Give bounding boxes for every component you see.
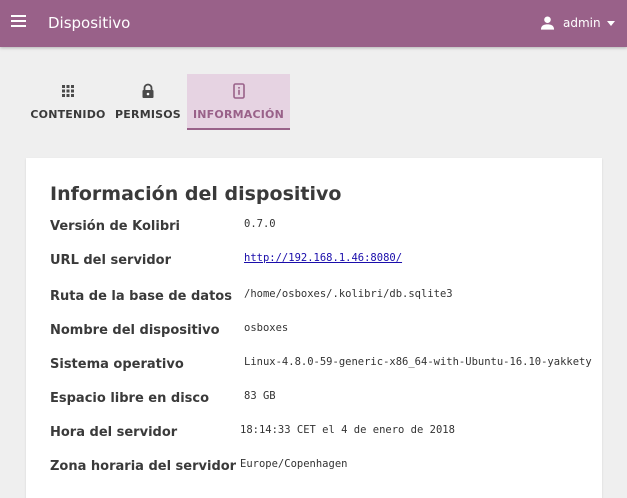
person-icon xyxy=(540,16,555,30)
info-row-database-path: Ruta de la base de datos /home/osboxes/.… xyxy=(50,286,602,308)
user-menu-button[interactable]: admin xyxy=(540,13,615,33)
device-info-card: Información del dispositivo Versión de K… xyxy=(26,158,602,498)
info-label: Ruta de la base de datos xyxy=(50,289,232,304)
info-label: Zona horaria del servidor xyxy=(50,459,237,474)
info-label: URL del servidor xyxy=(50,253,172,268)
tab-label: CONTENIDO xyxy=(30,108,106,121)
info-label: Sistema operativo xyxy=(50,357,184,372)
info-value: Europe/Copenhagen xyxy=(240,458,348,470)
grid-dots-icon xyxy=(62,85,74,97)
info-value: 18:14:33 CET el 4 de enero de 2018 xyxy=(240,424,455,436)
info-value: 83 GB xyxy=(244,390,276,402)
info-row-free-disk-space: Espacio libre en disco 83 GB xyxy=(50,388,602,410)
info-row-server-timezone: Zona horaria del servidor Europe/Copenha… xyxy=(50,456,602,478)
info-row-server-url: URL del servidor http://192.168.1.46:808… xyxy=(50,250,602,272)
device-info-icon xyxy=(232,83,245,99)
tab-informacion[interactable]: INFORMACIÓN xyxy=(187,74,290,130)
info-label: Hora del servidor xyxy=(50,425,178,440)
info-row-server-time: Hora del servidor 18:14:33 CET el 4 de e… xyxy=(50,422,602,444)
info-row-device-name: Nombre del dispositivo osboxes xyxy=(50,320,602,342)
info-label: Nombre del dispositivo xyxy=(50,323,220,338)
info-row-kolibri-version: Versión de Kolibri 0.7.0 xyxy=(50,216,602,238)
device-info-title: Información del dispositivo xyxy=(50,183,342,205)
info-value: Linux-4.8.0-59-generic-x86_64-with-Ubunt… xyxy=(244,356,592,368)
device-tabs: CONTENIDO PERMISOS INFORMACIÓN xyxy=(27,74,290,130)
username-label: admin xyxy=(563,16,601,30)
tab-permisos[interactable]: PERMISOS xyxy=(109,74,187,130)
tab-label: INFORMACIÓN xyxy=(192,108,285,121)
lock-icon xyxy=(142,83,154,98)
server-url-link[interactable]: http://192.168.1.46:8080/ xyxy=(244,252,402,264)
info-value: 0.7.0 xyxy=(244,218,276,230)
tab-label: PERMISOS xyxy=(115,108,181,121)
info-label: Versión de Kolibri xyxy=(50,219,180,234)
app-bar: Dispositivo admin xyxy=(0,0,627,47)
info-value: osboxes xyxy=(244,322,289,334)
page-title: Dispositivo xyxy=(48,14,131,32)
info-row-operating-system: Sistema operativo Linux-4.8.0-59-generic… xyxy=(50,354,602,376)
tab-contenido[interactable]: CONTENIDO xyxy=(27,74,109,130)
hamburger-menu-icon[interactable] xyxy=(11,15,26,28)
info-label: Espacio libre en disco xyxy=(50,391,210,406)
info-value: http://192.168.1.46:8080/ xyxy=(244,252,402,264)
caret-down-icon xyxy=(606,20,615,26)
info-value: /home/osboxes/.kolibri/db.sqlite3 xyxy=(244,288,453,300)
